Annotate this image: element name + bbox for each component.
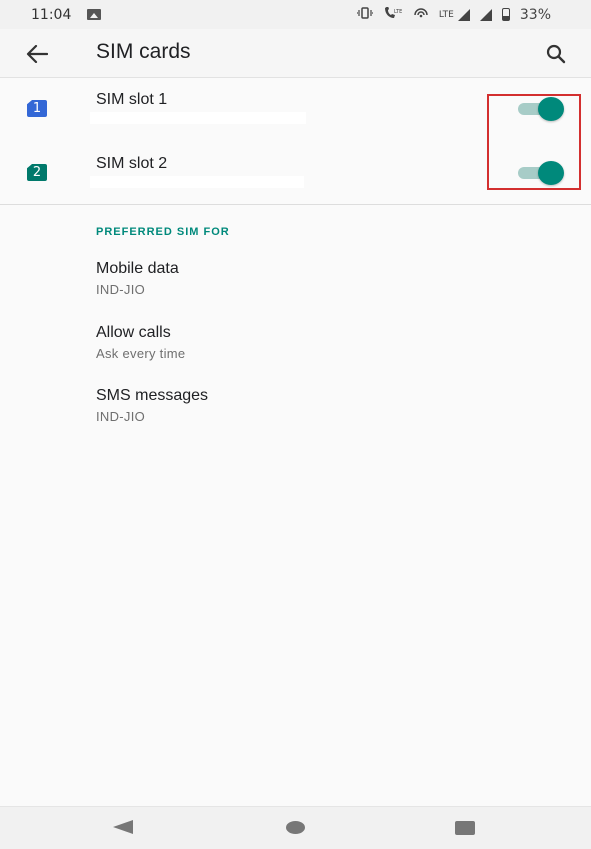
back-button[interactable] [22, 39, 52, 69]
pref-subtitle: IND-JIO [96, 409, 146, 424]
app-bar: SIM cards [0, 29, 591, 77]
nav-recents-icon[interactable] [455, 821, 475, 835]
status-bar: 11:04 LTE LTE 33% [0, 0, 591, 29]
sim-slot-2-label: SIM slot 2 [96, 155, 168, 172]
nav-back-icon[interactable] [113, 820, 133, 834]
svg-text:LTE: LTE [394, 9, 402, 15]
search-icon [546, 44, 566, 64]
pref-title: Mobile data [96, 260, 179, 277]
search-button[interactable] [541, 39, 571, 69]
pref-subtitle: Ask every time [96, 346, 186, 361]
page-title: SIM cards [96, 40, 191, 63]
app-bar-divider [0, 77, 591, 78]
arrow-back-icon [26, 45, 48, 63]
section-header: PREFERRED SIM FOR [96, 226, 230, 238]
pref-allow-calls[interactable]: Allow calls Ask every time [0, 324, 591, 380]
sim-slot-1-subtitle-redacted [90, 112, 306, 124]
sim-slot-2-subtitle-redacted [90, 176, 304, 188]
pref-subtitle: IND-JIO [96, 282, 146, 297]
battery-percent: 33% [519, 6, 551, 23]
status-left: 11:04 [31, 6, 102, 23]
sim-2-badge-icon: 2 [27, 164, 47, 181]
pref-sms-messages[interactable]: SMS messages IND-JIO [0, 387, 591, 443]
sim-slot-1-label: SIM slot 1 [96, 91, 168, 108]
section-divider [0, 204, 591, 205]
lte-label: LTE [438, 9, 454, 20]
pref-title: SMS messages [96, 387, 209, 404]
nav-bar [0, 806, 591, 849]
vibrate-icon [356, 7, 374, 22]
nav-home-icon[interactable] [286, 821, 305, 834]
hotspot-icon [413, 7, 429, 22]
highlight-box [487, 94, 581, 190]
sim-1-badge-icon: 1 [27, 100, 47, 117]
volte-icon: LTE [383, 6, 403, 22]
signal-icon [457, 8, 470, 21]
signal-icon [479, 8, 492, 21]
battery-icon [501, 8, 510, 21]
pref-mobile-data[interactable]: Mobile data IND-JIO [0, 260, 591, 316]
image-icon [87, 9, 102, 20]
status-time: 11:04 [31, 6, 72, 23]
status-right: LTE LTE 33% [356, 6, 551, 23]
pref-title: Allow calls [96, 324, 171, 341]
